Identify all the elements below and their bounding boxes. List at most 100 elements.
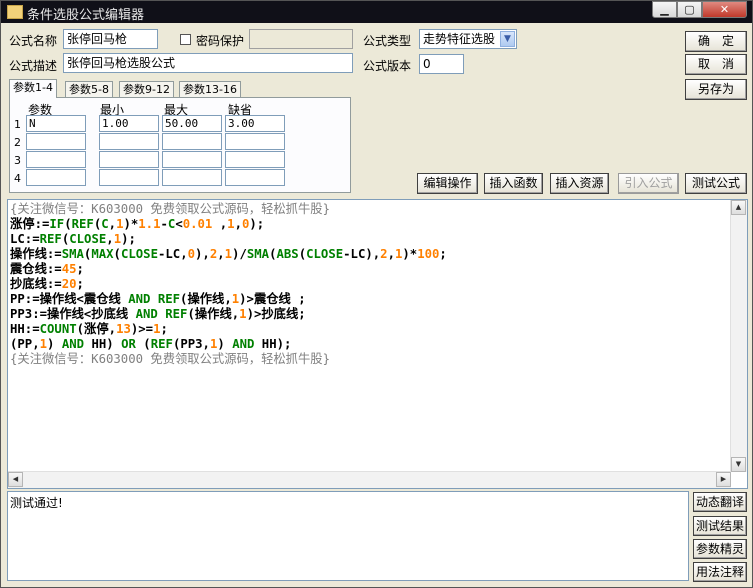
code-editor[interactable]: {关注微信号：K603000 免费领取公式源码，轻松抓牛股} 涨停:=IF(REF… bbox=[7, 199, 748, 489]
code-token: AND bbox=[135, 307, 158, 321]
param-min-cell[interactable]: 1.00 bbox=[99, 115, 159, 132]
code-token: , bbox=[234, 217, 242, 231]
code-token: ( bbox=[298, 247, 307, 261]
test-output-panel[interactable]: 测试通过! bbox=[7, 491, 689, 581]
param-wizard-button[interactable]: 参数精灵 bbox=[693, 539, 747, 559]
chevron-down-icon[interactable]: ▼ bbox=[500, 31, 515, 47]
confirm-button[interactable]: 确 定 bbox=[685, 31, 747, 52]
code-token: CLOSE bbox=[69, 232, 107, 246]
code-line[interactable]: 震仓线:=45; bbox=[10, 262, 447, 277]
param-max-cell[interactable] bbox=[162, 133, 222, 150]
param-default-cell[interactable] bbox=[225, 151, 285, 168]
test-formula-button[interactable]: 测试公式 bbox=[685, 173, 747, 194]
code-token: ( bbox=[113, 247, 121, 261]
code-line[interactable]: {关注微信号：K603000 免费领取公式源码，轻松抓牛股} bbox=[10, 202, 447, 217]
code-line[interactable]: 操作线:=SMA(MAX(CLOSE-LC,0),2,1)/SMA(ABS(CL… bbox=[10, 247, 447, 262]
app-icon bbox=[7, 5, 23, 19]
code-token: (涨停, bbox=[76, 322, 117, 336]
code-token: (操作线, bbox=[180, 292, 232, 306]
param-min-cell[interactable] bbox=[99, 169, 159, 186]
test-result-button[interactable]: 测试结果 bbox=[693, 516, 747, 536]
formula-version-input[interactable]: 0 bbox=[419, 54, 464, 74]
cancel-button[interactable]: 取 消 bbox=[685, 54, 747, 75]
scroll-right-icon[interactable]: ▶ bbox=[716, 472, 731, 487]
param-default-cell[interactable]: 3.00 bbox=[225, 115, 285, 132]
code-token: ) bbox=[47, 337, 62, 351]
param-panel: 参数 最小 最大 缺省 1 N 1.00 50.00 3.00 2 3 4 bbox=[9, 97, 351, 193]
code-token: 0 bbox=[187, 247, 196, 261]
code-token: )* bbox=[402, 247, 418, 261]
code-token: 抄底线:= bbox=[10, 277, 62, 291]
tab-params-13-16[interactable]: 参数13-16 bbox=[179, 81, 241, 98]
code-token: {关注微信号：K603000 免费领取公式源码，轻松抓牛股} bbox=[10, 202, 330, 216]
code-token: REF bbox=[150, 337, 173, 351]
code-line[interactable]: (PP,1) AND HH) OR (REF(PP3,1) AND HH); bbox=[10, 337, 447, 352]
param-min-cell[interactable] bbox=[99, 133, 159, 150]
code-token: 0.01 bbox=[182, 217, 213, 231]
usage-notes-button[interactable]: 用法注释 bbox=[693, 562, 747, 582]
formula-desc-input[interactable]: 张停回马枪选股公式 bbox=[63, 53, 353, 73]
code-token: HH:= bbox=[10, 322, 40, 336]
code-token: 100 bbox=[417, 247, 440, 261]
minimize-icon[interactable]: ▁ bbox=[652, 1, 677, 18]
vertical-scrollbar[interactable]: ▲ ▼ bbox=[730, 200, 747, 472]
code-token: PP3:=操作线<抄底线 bbox=[10, 307, 136, 321]
code-token: PP:=操作线<震仓线 bbox=[10, 292, 129, 306]
edit-operations-button[interactable]: 编辑操作 bbox=[417, 173, 478, 194]
code-token: 13 bbox=[116, 322, 131, 336]
code-line[interactable]: PP3:=操作线<抄底线 AND REF(操作线,1)>抄底线; bbox=[10, 307, 447, 322]
insert-function-button[interactable]: 插入函数 bbox=[484, 173, 543, 194]
code-token: (PP3, bbox=[172, 337, 210, 351]
code-token: )>抄底线; bbox=[246, 307, 306, 321]
close-icon[interactable]: ✕ bbox=[702, 1, 747, 18]
param-name-cell[interactable] bbox=[26, 169, 86, 186]
horizontal-scrollbar[interactable]: ◀ ▶ bbox=[8, 471, 731, 488]
param-name-cell[interactable] bbox=[26, 151, 86, 168]
param-default-cell[interactable] bbox=[225, 169, 285, 186]
code-token: REF bbox=[157, 292, 181, 306]
code-line[interactable]: HH:=COUNT(涨停,13)>=1; bbox=[10, 322, 447, 337]
code-line[interactable]: 抄底线:=20; bbox=[10, 277, 447, 292]
param-name-cell[interactable]: N bbox=[26, 115, 86, 132]
code-token: )>震仓线 ; bbox=[239, 292, 306, 306]
param-max-cell[interactable] bbox=[162, 151, 222, 168]
maximize-icon[interactable]: ▢ bbox=[677, 1, 702, 18]
code-token: IF bbox=[49, 217, 65, 231]
tab-params-9-12[interactable]: 参数9-12 bbox=[119, 81, 174, 98]
dynamic-translate-button[interactable]: 动态翻译 bbox=[693, 492, 747, 512]
code-line[interactable]: {关注微信号：K603000 免费领取公式源码，轻松抓牛股} bbox=[10, 352, 447, 367]
scroll-left-icon[interactable]: ◀ bbox=[8, 472, 23, 487]
import-formula-button[interactable]: 引入公式 bbox=[618, 173, 679, 194]
formula-type-select[interactable]: 走势特征选股 ▼ bbox=[419, 29, 517, 49]
code-token: ), bbox=[195, 247, 210, 261]
code-token: (PP, bbox=[10, 337, 40, 351]
code-token: LC:= bbox=[10, 232, 40, 246]
tab-params-1-4[interactable]: 参数1-4 bbox=[9, 79, 57, 98]
password-input[interactable] bbox=[249, 29, 353, 49]
code-token: (操作线, bbox=[187, 307, 240, 321]
code-token: 1 bbox=[113, 232, 122, 246]
code-token: ; bbox=[76, 277, 84, 291]
password-protect-checkbox[interactable] bbox=[180, 34, 191, 45]
code-token: 45 bbox=[61, 262, 77, 276]
param-min-cell[interactable] bbox=[99, 151, 159, 168]
code-token: C bbox=[101, 217, 109, 231]
tab-params-5-8[interactable]: 参数5-8 bbox=[65, 81, 113, 98]
scroll-up-icon[interactable]: ▲ bbox=[731, 200, 746, 215]
code-line[interactable]: PP:=操作线<震仓线 AND REF(操作线,1)>震仓线 ; bbox=[10, 292, 447, 307]
formula-name-input[interactable]: 张停回马枪 bbox=[63, 29, 158, 49]
code-line[interactable]: LC:=REF(CLOSE,1); bbox=[10, 232, 447, 247]
code-text[interactable]: {关注微信号：K603000 免费领取公式源码，轻松抓牛股} 涨停:=IF(REF… bbox=[10, 202, 447, 367]
param-row-number: 4 bbox=[14, 172, 21, 185]
save-as-button[interactable]: 另存为 bbox=[685, 79, 747, 100]
insert-resource-button[interactable]: 插入资源 bbox=[550, 173, 609, 194]
code-token: 1 bbox=[153, 322, 161, 336]
code-line[interactable]: 涨停:=IF(REF(C,1)*1.1-C<0.01 ,1,0); bbox=[10, 217, 447, 232]
code-token: HH); bbox=[254, 337, 292, 351]
param-default-cell[interactable] bbox=[225, 133, 285, 150]
param-name-cell[interactable] bbox=[26, 133, 86, 150]
param-max-cell[interactable] bbox=[162, 169, 222, 186]
formula-editor-window: 条件选股公式编辑器 ▁ ▢ ✕ 公式名称 张停回马枪 密码保护 公式类型 走势特… bbox=[0, 0, 753, 588]
scroll-down-icon[interactable]: ▼ bbox=[731, 457, 746, 472]
param-max-cell[interactable]: 50.00 bbox=[162, 115, 222, 132]
